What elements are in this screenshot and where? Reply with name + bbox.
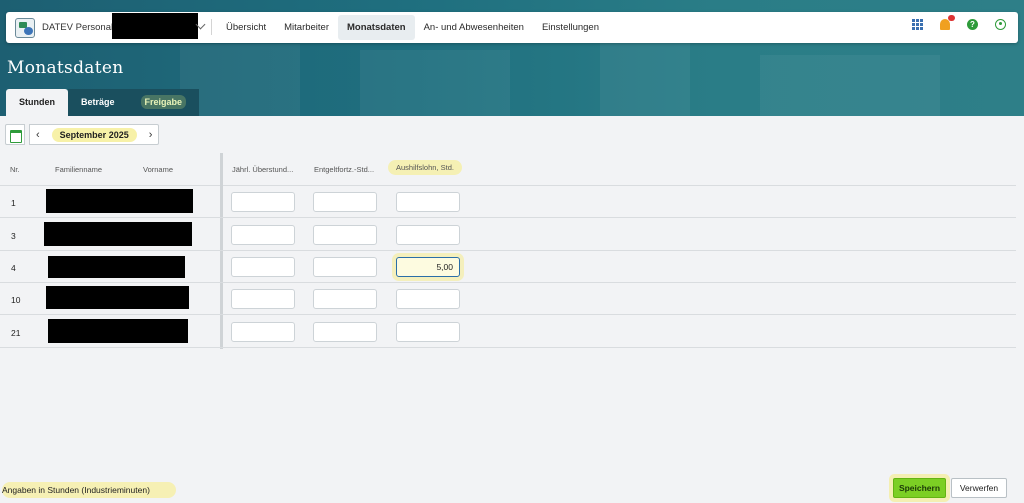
aushilfslohn-input[interactable] bbox=[396, 289, 460, 309]
entgeltfortzahlung-input[interactable] bbox=[313, 289, 377, 309]
current-month[interactable]: September 2025 bbox=[51, 127, 137, 142]
top-icons: ? bbox=[912, 15, 1006, 30]
table-row: 10 bbox=[0, 283, 1016, 315]
row-nr: 10 bbox=[11, 295, 21, 305]
table-row: 4 5,00 bbox=[0, 251, 1016, 283]
page-title: Monatsdaten bbox=[7, 58, 124, 78]
main-nav: Übersicht Mitarbeiter Monatsdaten An- un… bbox=[217, 15, 608, 40]
help-icon[interactable]: ? bbox=[967, 19, 978, 30]
table-row: 21 bbox=[0, 316, 1016, 348]
user-account-icon[interactable] bbox=[995, 19, 1006, 30]
entgeltfortzahlung-input[interactable] bbox=[313, 257, 377, 277]
entgeltfortzahlung-input[interactable] bbox=[313, 192, 377, 212]
top-navigation-bar: DATEV Personal Übersicht Mitarbeiter Mon… bbox=[6, 12, 1018, 43]
row-nr: 3 bbox=[11, 231, 16, 241]
header-aushilfslohn[interactable]: Aushilfslohn, Std. bbox=[388, 160, 462, 175]
month-picker: ‹ September 2025 › bbox=[29, 124, 160, 145]
ueberstunden-input[interactable] bbox=[231, 289, 295, 309]
nav-item-mitarbeiter[interactable]: Mitarbeiter bbox=[275, 15, 338, 40]
entgeltfortzahlung-input[interactable] bbox=[313, 225, 377, 245]
nav-item-abwesenheiten[interactable]: An- und Abwesenheiten bbox=[415, 15, 533, 40]
header-nr: Nr. bbox=[10, 165, 20, 174]
units-note: Angaben in Stunden (Industrieminuten) bbox=[2, 482, 176, 498]
aushilfslohn-input[interactable] bbox=[396, 322, 460, 342]
save-button[interactable]: Speichern bbox=[893, 478, 946, 498]
header-ueberstunden[interactable]: Jährl. Überstund... bbox=[232, 165, 293, 174]
header-entgeltfortzahlung[interactable]: Entgeltfortz.-Std... bbox=[314, 165, 374, 174]
table-row: 1 bbox=[0, 186, 1016, 218]
ueberstunden-input[interactable] bbox=[231, 257, 295, 277]
chevron-right-icon[interactable]: › bbox=[149, 129, 153, 141]
nav-item-einstellungen[interactable]: Einstellungen bbox=[533, 15, 608, 40]
datev-logo-icon bbox=[15, 17, 35, 38]
header-familienname[interactable]: Familienname bbox=[55, 165, 102, 174]
ueberstunden-input[interactable] bbox=[231, 225, 295, 245]
tab-stunden[interactable]: Stunden bbox=[6, 89, 68, 116]
redacted-name bbox=[46, 189, 193, 213]
chevron-left-icon[interactable]: ‹ bbox=[36, 129, 40, 141]
tab-betraege[interactable]: Beträge bbox=[68, 89, 128, 116]
nav-divider bbox=[211, 19, 212, 35]
row-nr: 21 bbox=[11, 328, 21, 338]
nav-item-uebersicht[interactable]: Übersicht bbox=[217, 15, 275, 40]
redacted-company-selector[interactable] bbox=[112, 13, 198, 39]
redacted-name bbox=[46, 286, 189, 309]
ueberstunden-input[interactable] bbox=[231, 322, 295, 342]
apps-grid-icon[interactable] bbox=[912, 19, 923, 30]
tab-freigabe[interactable]: Freigabe bbox=[127, 89, 200, 116]
row-nr: 1 bbox=[11, 198, 16, 208]
aushilfslohn-input[interactable] bbox=[396, 192, 460, 212]
table-row: 3 bbox=[0, 219, 1016, 251]
hours-table: Nr. Familienname Vorname Jährl. Überstun… bbox=[0, 153, 1016, 349]
entgeltfortzahlung-input[interactable] bbox=[313, 322, 377, 342]
month-selector: ‹ September 2025 › bbox=[5, 124, 160, 145]
discard-button[interactable]: Verwerfen bbox=[951, 478, 1007, 498]
aushilfslohn-input[interactable] bbox=[396, 225, 460, 245]
app-name: DATEV Personal bbox=[42, 22, 114, 33]
redacted-name bbox=[44, 222, 192, 246]
nav-item-monatsdaten[interactable]: Monatsdaten bbox=[338, 15, 415, 40]
row-nr: 4 bbox=[11, 263, 16, 273]
tab-bar: Stunden Beträge Freigabe bbox=[6, 89, 200, 116]
header-vorname[interactable]: Vorname bbox=[143, 165, 173, 174]
notification-bell-icon[interactable] bbox=[940, 15, 955, 30]
ueberstunden-input[interactable] bbox=[231, 192, 295, 212]
redacted-name bbox=[48, 319, 188, 343]
calendar-icon[interactable] bbox=[5, 124, 25, 145]
tab-freigabe-label: Freigabe bbox=[140, 95, 187, 109]
redacted-name bbox=[48, 256, 185, 278]
aushilfslohn-input[interactable]: 5,00 bbox=[396, 257, 460, 277]
table-header: Nr. Familienname Vorname Jährl. Überstun… bbox=[0, 153, 1016, 186]
